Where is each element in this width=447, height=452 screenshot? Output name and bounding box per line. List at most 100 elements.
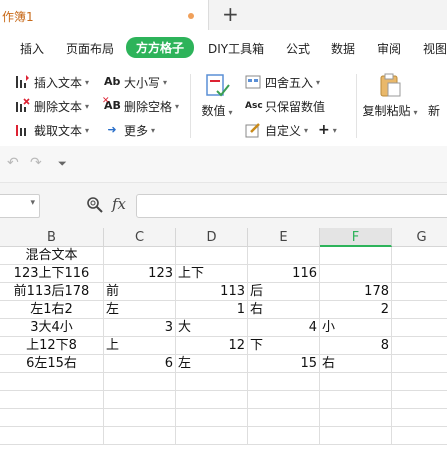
cell-b-row9[interactable] [0,391,104,409]
menu-insert[interactable]: 插入 [20,40,44,57]
cell-b-row8[interactable] [0,373,104,391]
cell-f-row10[interactable] [320,409,392,427]
cell-b-row10[interactable] [0,409,104,427]
menu-diy-toolbox[interactable]: DIY工具箱 [208,40,264,57]
insert-text-button[interactable]: 插入文本 ▾ [14,73,89,91]
cell-b-row4[interactable]: 左1右2 [0,301,104,319]
cell-b-row6[interactable]: 上12下8 [0,337,104,355]
cell-f-row11[interactable] [320,427,392,445]
cell-b-row3[interactable]: 前113后178 [0,283,104,301]
cell-e-row9[interactable] [248,391,320,409]
extract-text-button[interactable]: 截取文本 ▾ [14,121,89,139]
case-button[interactable]: Ab 大小写 ▾ [104,73,167,91]
cell-c-row6[interactable]: 上 [104,337,176,355]
menu-formulas[interactable]: 公式 [286,40,310,57]
cell-g-row1[interactable] [392,247,447,265]
menu-fangfang-active[interactable]: 方方格子 [126,37,195,58]
cell-g-row2[interactable] [392,265,447,283]
zoom-search-icon[interactable] [86,196,104,218]
cell-g-row6[interactable] [392,337,447,355]
numeric-button[interactable]: 数值 ▾ [199,72,235,119]
cell-g-row9[interactable] [392,391,447,409]
cell-f-row9[interactable] [320,391,392,409]
cell-d-row10[interactable] [176,409,248,427]
cell-e-row11[interactable] [248,427,320,445]
cell-e-row1[interactable] [248,247,320,265]
cell-e-row8[interactable] [248,373,320,391]
copy-paste-button[interactable]: 复制粘贴 ▾ [362,72,418,119]
cell-b-row2[interactable]: 123上下116 [0,265,104,283]
column-header-d[interactable]: D [176,228,248,247]
customize-toolbar-icon[interactable]: ⏷ [58,157,67,171]
cell-g-row11[interactable] [392,427,447,445]
remove-spaces-button[interactable]: ✕ AB 删除空格 ▾ [102,96,179,115]
cell-d-row7[interactable]: 左 [176,355,248,373]
cell-e-row10[interactable] [248,409,320,427]
menu-page-layout[interactable]: 页面布局 [66,40,114,57]
cell-c-row8[interactable] [104,373,176,391]
cell-d-row6[interactable]: 12 [176,337,248,355]
column-header-f[interactable]: F [320,228,392,247]
formula-input[interactable] [136,194,447,218]
cell-f-row3[interactable]: 178 [320,283,392,301]
cell-e-row2[interactable]: 116 [248,265,320,283]
custom-button[interactable]: 自定义 ▾ + ▾ [245,121,337,139]
column-header-c[interactable]: C [104,228,176,247]
cell-f-row5[interactable]: 小 [320,319,392,337]
cell-c-row4[interactable]: 左 [104,301,176,319]
cell-g-row10[interactable] [392,409,447,427]
cell-c-row2[interactable]: 123 [104,265,176,283]
cell-b-row11[interactable] [0,427,104,445]
cell-g-row4[interactable] [392,301,447,319]
cell-g-row5[interactable] [392,319,447,337]
delete-text-button[interactable]: 删除文本 ▾ [14,97,89,115]
cell-d-row2[interactable]: 上下 [176,265,248,283]
new-tab-plus-icon[interactable]: + [222,3,239,25]
menu-view[interactable]: 视图 [423,40,447,57]
cell-f-row6[interactable]: 8 [320,337,392,355]
cell-b-row1[interactable]: 混合文本 [0,247,104,265]
redo-icon[interactable]: ↷ [30,155,42,171]
cell-b-row5[interactable]: 3大4小 [0,319,104,337]
cell-c-row11[interactable] [104,427,176,445]
more-button[interactable]: ➜ 更多 ▾ [104,121,155,139]
cell-f-row8[interactable] [320,373,392,391]
cell-g-row7[interactable] [392,355,447,373]
cell-c-row9[interactable] [104,391,176,409]
cell-e-row5[interactable]: 4 [248,319,320,337]
column-header-e[interactable]: E [248,228,320,247]
cell-d-row5[interactable]: 大 [176,319,248,337]
cell-c-row10[interactable] [104,409,176,427]
cell-c-row3[interactable]: 前 [104,283,176,301]
cell-e-row7[interactable]: 15 [248,355,320,373]
cell-f-row1[interactable] [320,247,392,265]
cell-e-row3[interactable]: 后 [248,283,320,301]
column-header-b[interactable]: B [0,228,104,247]
cell-f-row2[interactable] [320,265,392,283]
name-box[interactable]: ▾ [0,194,40,218]
cell-d-row11[interactable] [176,427,248,445]
document-tab[interactable]: 作簿1 [0,0,209,30]
cell-d-row1[interactable] [176,247,248,265]
new-button-partial[interactable]: 新 [428,102,447,119]
cell-f-row4[interactable]: 2 [320,301,392,319]
round-button[interactable]: 四舍五入 ▾ [245,73,320,91]
cell-b-row7[interactable]: 6左15右 [0,355,104,373]
cell-d-row3[interactable]: 113 [176,283,248,301]
cell-c-row7[interactable]: 6 [104,355,176,373]
column-header-g[interactable]: G [392,228,447,247]
cell-g-row3[interactable] [392,283,447,301]
cell-d-row8[interactable] [176,373,248,391]
cell-d-row9[interactable] [176,391,248,409]
keep-numeric-button[interactable]: Asc 只保留数值 [245,97,325,115]
menu-review[interactable]: 审阅 [377,40,401,57]
cell-d-row4[interactable]: 1 [176,301,248,319]
cell-e-row4[interactable]: 右 [248,301,320,319]
menu-data[interactable]: 数据 [331,40,355,57]
cell-e-row6[interactable]: 下 [248,337,320,355]
undo-icon[interactable]: ↶ [7,155,19,171]
cell-g-row8[interactable] [392,373,447,391]
cell-c-row5[interactable]: 3 [104,319,176,337]
plus-icon[interactable]: + [318,122,330,138]
fx-icon[interactable]: fx [112,195,126,213]
